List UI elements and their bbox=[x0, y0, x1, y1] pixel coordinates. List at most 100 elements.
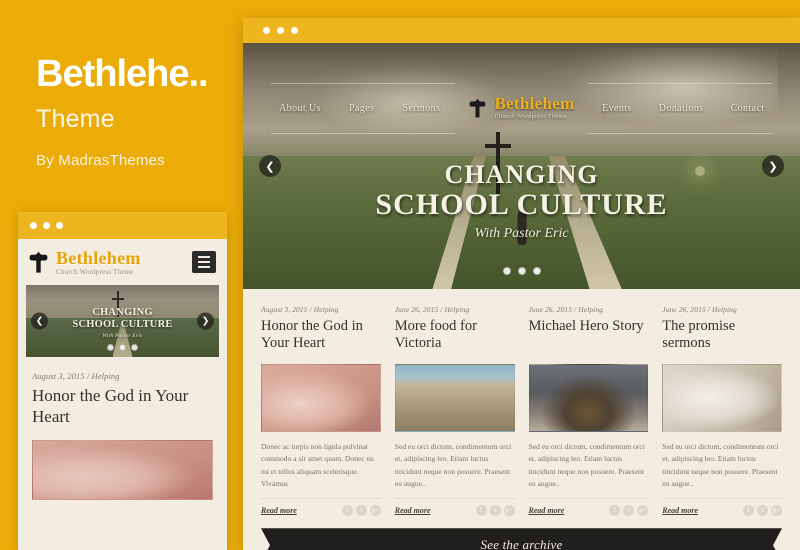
cross-icon bbox=[468, 97, 487, 119]
site-logo[interactable]: Bethlehem Church Wordpress Theme bbox=[468, 95, 574, 121]
hamburger-line bbox=[198, 266, 210, 268]
card-footer: Read more f t g+ bbox=[261, 498, 381, 517]
card-social-links: f t g+ bbox=[743, 505, 782, 517]
hamburger-icon[interactable] bbox=[192, 251, 216, 273]
nav-item-sermons[interactable]: Sermons bbox=[403, 103, 441, 114]
see-archive-label: See the archive bbox=[480, 537, 563, 550]
slider-dots bbox=[243, 267, 800, 275]
slider-dot-2[interactable] bbox=[517, 267, 526, 275]
twitter-icon[interactable]: t bbox=[355, 505, 367, 517]
card-image-couple bbox=[662, 364, 782, 432]
window-dot-1[interactable] bbox=[30, 222, 37, 229]
hero-text-block: CHANGING SCHOOL CULTURE With Pastor Eric bbox=[243, 160, 800, 242]
facebook-icon[interactable]: f bbox=[341, 505, 353, 517]
nav-item-donations[interactable]: Donations bbox=[659, 103, 704, 114]
card-image-hands bbox=[261, 364, 381, 432]
read-more-link[interactable]: Read more bbox=[529, 506, 565, 515]
slider-next-icon[interactable]: ❯ bbox=[762, 155, 784, 177]
brand-tagline: Church Wordpress Theme bbox=[56, 267, 134, 276]
article-card: June 26, 2015 / Helping More food for Vi… bbox=[394, 305, 529, 517]
twitter-icon[interactable]: t bbox=[757, 505, 768, 517]
mobile-site-header: Bethlehem Church Wordpress Theme bbox=[18, 239, 227, 285]
article-card: August 3, 2015 / Helping Honor the God i… bbox=[261, 305, 395, 517]
hamburger-line bbox=[198, 256, 210, 258]
main-navigation: About Us Pages Sermons Bethlehem Church … bbox=[243, 87, 800, 129]
nav-divider bbox=[588, 133, 772, 134]
card-excerpt: Sed eu orci dictum, condimentum orci et,… bbox=[528, 442, 645, 488]
mobile-slider-dot-2[interactable] bbox=[119, 344, 126, 351]
mobile-slider-prev-icon[interactable]: ❮ bbox=[31, 312, 48, 330]
nav-item-pages[interactable]: Pages bbox=[349, 103, 374, 114]
mobile-article-title[interactable]: Honor the God in Your Heart bbox=[32, 386, 213, 427]
google-plus-icon[interactable]: g+ bbox=[503, 505, 515, 517]
mobile-preview-window: Bethlehem Church Wordpress Theme CHANGIN… bbox=[18, 212, 227, 550]
mobile-hero-slider: CHANGING SCHOOL CULTURE With Pastor Eric… bbox=[26, 285, 219, 357]
card-meta: June 26, 2015 / Helping bbox=[662, 305, 737, 314]
mobile-brand[interactable]: Bethlehem Church Wordpress Theme bbox=[56, 249, 184, 276]
mobile-hero-line1: CHANGING bbox=[92, 307, 153, 318]
card-excerpt: Donec ac turpis non ligula pulvinar comm… bbox=[261, 442, 374, 488]
google-plus-icon[interactable]: g+ bbox=[369, 505, 381, 517]
mobile-slider-dot-1[interactable] bbox=[107, 344, 114, 351]
mobile-hero-line3: With Pastor Eric bbox=[102, 332, 143, 339]
facebook-icon[interactable]: f bbox=[475, 505, 487, 517]
card-excerpt: Sed eu orci dictum, condimentum orci et,… bbox=[394, 442, 512, 488]
card-title[interactable]: The promise sermons bbox=[662, 318, 782, 354]
slider-dot-1[interactable] bbox=[502, 267, 511, 275]
facebook-icon[interactable]: f bbox=[743, 505, 754, 517]
nav-item-about-us[interactable]: About Us bbox=[279, 103, 321, 114]
slider-prev-icon[interactable]: ❮ bbox=[259, 155, 281, 177]
facebook-icon[interactable]: f bbox=[609, 505, 621, 517]
card-footer: Read more f t g+ bbox=[394, 498, 515, 517]
card-image-camp bbox=[394, 364, 515, 432]
window-dot-2[interactable] bbox=[277, 27, 284, 34]
card-social-links: f t g+ bbox=[341, 505, 381, 517]
article-card: June 26, 2015 / Helping The promise serm… bbox=[662, 305, 782, 517]
mobile-slider-next-icon[interactable]: ❯ bbox=[197, 312, 214, 330]
nav-item-contact[interactable]: Contact bbox=[731, 103, 765, 114]
mobile-article: August 3, 2015 / Helping Honor the God i… bbox=[18, 357, 227, 501]
google-plus-icon[interactable]: g+ bbox=[637, 505, 649, 517]
twitter-icon[interactable]: t bbox=[623, 505, 635, 517]
hamburger-line bbox=[198, 261, 210, 263]
mobile-article-image bbox=[32, 440, 213, 501]
nav-divider bbox=[271, 83, 455, 84]
card-excerpt: Sed eu orci dictum, condimentum orci et,… bbox=[662, 442, 779, 488]
window-dot-3[interactable] bbox=[56, 222, 63, 229]
article-card-grid: August 3, 2015 / Helping Honor the God i… bbox=[243, 289, 800, 517]
card-meta: June 26, 2015 / Helping bbox=[394, 305, 470, 314]
card-footer: Read more f t g+ bbox=[662, 498, 782, 517]
card-meta: June 26, 2015 / Helping bbox=[528, 305, 604, 314]
window-dot-2[interactable] bbox=[43, 222, 50, 229]
mobile-slider-dots bbox=[26, 344, 219, 351]
card-title[interactable]: More food for Victoria bbox=[395, 318, 515, 354]
card-footer: Read more f t g+ bbox=[528, 498, 649, 517]
slider-dot-3[interactable] bbox=[532, 267, 541, 275]
card-social-links: f t g+ bbox=[609, 505, 649, 517]
hero-subtitle: With Pastor Eric bbox=[474, 226, 569, 242]
nav-divider bbox=[588, 83, 772, 84]
nav-item-events[interactable]: Events bbox=[602, 103, 632, 114]
nav-left-group: About Us Pages Sermons bbox=[265, 103, 468, 114]
hero-headline-line1: CHANGING bbox=[444, 160, 599, 189]
brand-block: Bethlehem Church Wordpress Theme bbox=[494, 95, 574, 121]
mobile-article-meta: August 3, 2015 / Helping bbox=[32, 371, 120, 381]
nav-right-group: Events Donations Contact bbox=[575, 103, 778, 114]
twitter-icon[interactable]: t bbox=[489, 505, 501, 517]
card-meta: August 3, 2015 / Helping bbox=[261, 305, 339, 314]
brand-name: Bethlehem bbox=[56, 247, 141, 268]
see-archive-button[interactable]: See the archive bbox=[261, 528, 782, 550]
window-dot-1[interactable] bbox=[263, 27, 270, 34]
window-dot-3[interactable] bbox=[291, 27, 298, 34]
brand-name: Bethlehem bbox=[494, 94, 575, 114]
card-title[interactable]: Michael Hero Story bbox=[529, 318, 649, 354]
hero-slider: About Us Pages Sermons Bethlehem Church … bbox=[243, 43, 800, 289]
mobile-slider-dot-3[interactable] bbox=[131, 344, 138, 351]
read-more-link[interactable]: Read more bbox=[662, 506, 698, 515]
article-card: June 26, 2015 / Helping Michael Hero Sto… bbox=[528, 305, 663, 517]
read-more-link[interactable]: Read more bbox=[261, 506, 297, 515]
google-plus-icon[interactable]: g+ bbox=[771, 505, 782, 517]
read-more-link[interactable]: Read more bbox=[395, 506, 431, 515]
card-title[interactable]: Honor the God in Your Heart bbox=[261, 318, 381, 354]
cross-icon bbox=[29, 251, 48, 273]
